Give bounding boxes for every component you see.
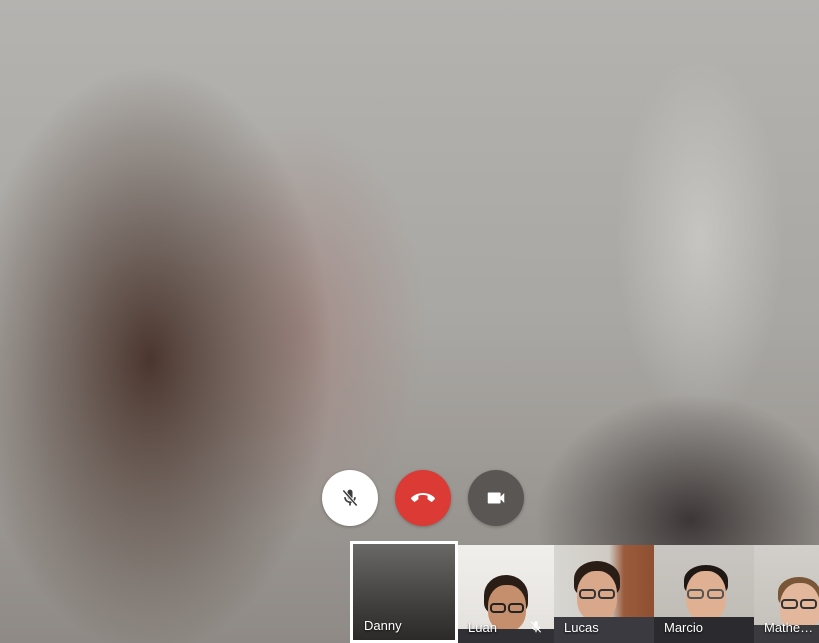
participant-name: Luan [468, 620, 497, 635]
participant-tile[interactable]: Marcio [654, 545, 754, 643]
participant-tile-self[interactable]: Danny [350, 541, 458, 643]
participant-strip: Danny Luan Lucas Marcio Mathe… [350, 541, 819, 643]
mic-off-icon [528, 619, 544, 635]
phone-hangup-icon [411, 493, 435, 502]
participant-name: Danny [364, 618, 402, 633]
participant-tile[interactable]: Mathe… [754, 545, 819, 643]
mute-microphone-button[interactable] [322, 470, 378, 526]
participant-tile[interactable]: Lucas [554, 545, 654, 643]
call-controls [322, 470, 524, 526]
participant-name: Mathe… [764, 620, 814, 635]
participant-tile[interactable]: Luan [458, 545, 554, 643]
mic-off-icon [342, 489, 358, 507]
participant-name: Marcio [664, 620, 704, 635]
end-call-button[interactable] [395, 470, 451, 526]
participant-name: Lucas [564, 620, 599, 635]
camera-toggle-button[interactable] [468, 470, 524, 526]
videocam-icon [487, 492, 505, 504]
